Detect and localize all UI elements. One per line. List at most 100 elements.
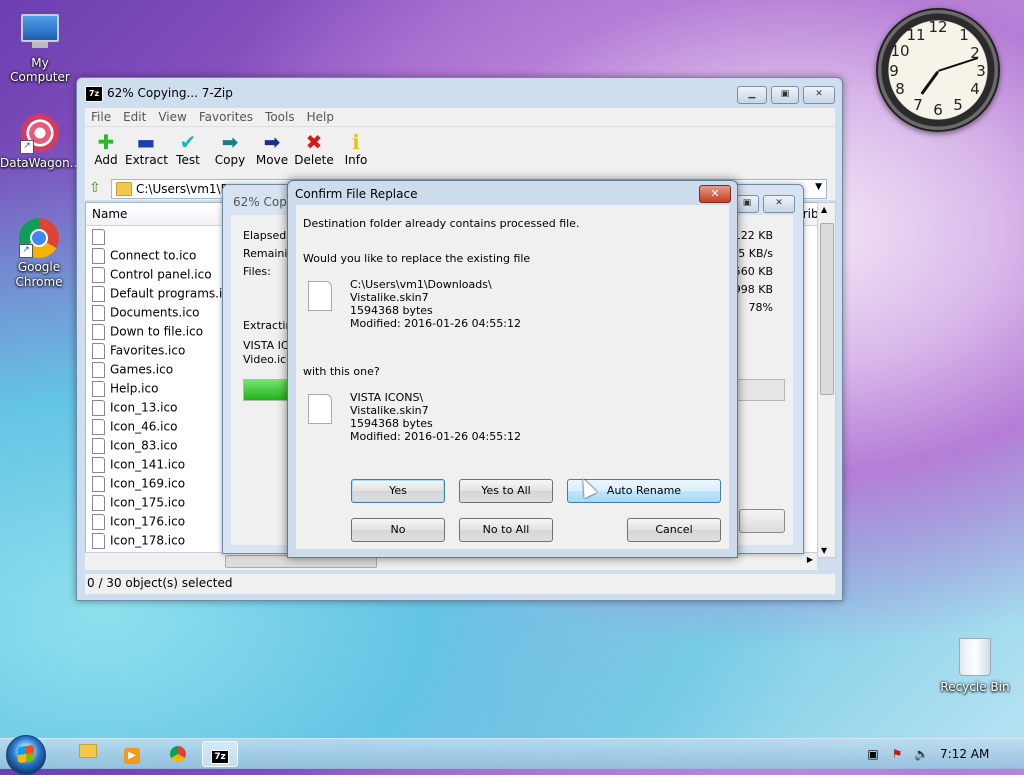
- minimize-button[interactable]: ▁: [737, 86, 767, 104]
- chevron-down-icon[interactable]: ▼: [815, 182, 822, 192]
- info-button[interactable]: ℹ Info: [335, 131, 377, 167]
- file-icon: [92, 229, 105, 245]
- delete-x-icon: ✖: [305, 130, 323, 154]
- test-button[interactable]: ✔ Test: [167, 131, 209, 167]
- file-icon: [92, 457, 105, 473]
- chrome-icon: [170, 746, 186, 762]
- title-bar[interactable]: 7z 62% Copying... 7-Zip ▁ ▣ ✕: [77, 78, 842, 108]
- maximize-button[interactable]: ▣: [771, 86, 799, 104]
- list-item[interactable]: Icon_178.ico: [92, 533, 185, 552]
- network-icon[interactable]: ▣: [866, 747, 880, 761]
- file-icon: [92, 438, 105, 454]
- progress-close-button[interactable]: ✕: [763, 195, 795, 213]
- flag-warning-icon[interactable]: ⚑: [890, 747, 904, 761]
- yes-button[interactable]: Yes: [351, 479, 445, 503]
- add-label: Add: [94, 153, 118, 167]
- file-name: Icon_13.ico: [110, 400, 178, 415]
- status-bar: 0 / 30 object(s) selected: [85, 574, 835, 594]
- desktop-icon-datawagon[interactable]: ↗ DataWagon...: [0, 114, 81, 170]
- delete-button[interactable]: ✖ Delete: [293, 131, 335, 167]
- list-item[interactable]: Icon_169.ico: [92, 476, 185, 495]
- taskbar-chrome[interactable]: [160, 741, 196, 767]
- file-icon: [92, 419, 105, 435]
- cancel-button[interactable]: Cancel: [627, 518, 721, 542]
- selection-status: 0 / 30 object(s) selected: [87, 576, 233, 590]
- file-icon: [92, 476, 105, 492]
- file-icon: [92, 533, 105, 549]
- up-folder-icon[interactable]: ⇧: [89, 180, 105, 196]
- copy-label: Copy: [214, 153, 246, 167]
- menu-file[interactable]: File: [85, 108, 117, 126]
- file-name: Help.ico: [110, 381, 159, 396]
- desktop-icon-recycle-bin[interactable]: Recycle Bin: [935, 638, 1015, 694]
- file-icon: [92, 495, 105, 511]
- clock-gadget[interactable]: 12 1 2 3 4 5 6 7 8 9 10 11: [876, 8, 1000, 132]
- clock-number: 10: [890, 42, 910, 60]
- menu-tools[interactable]: Tools: [259, 108, 301, 126]
- new-file-modified: Modified: 2016-01-26 04:55:12: [350, 430, 521, 443]
- volume-icon[interactable]: 🔈: [914, 747, 929, 761]
- delete-label: Delete: [294, 153, 334, 167]
- dialog-close-button[interactable]: ✕: [699, 185, 731, 203]
- datawagon-icon: ↗: [20, 114, 60, 154]
- file-name: Control panel.ico: [110, 267, 212, 282]
- clock-number: 7: [913, 96, 923, 114]
- list-item[interactable]: Down to file.ico: [92, 324, 203, 343]
- scroll-thumb[interactable]: [820, 223, 834, 395]
- list-item[interactable]: Help.ico: [92, 381, 158, 400]
- move-button[interactable]: ➡ Move: [251, 131, 293, 167]
- new-file-name: Vistalike.skin7: [350, 404, 429, 417]
- scroll-down-icon[interactable]: ▼: [821, 546, 827, 555]
- system-clock[interactable]: 7:12 AM: [940, 747, 989, 761]
- desktop-icon-google-chrome[interactable]: ↗ Google Chrome: [0, 218, 78, 290]
- no-to-all-button[interactable]: No to All: [459, 518, 553, 542]
- add-button[interactable]: ✚ Add: [85, 131, 127, 167]
- file-icon: [92, 514, 105, 530]
- progress-maximize-button[interactable]: ▣: [735, 195, 759, 213]
- toolbar: ✚ Add ▬ Extract ✔ Test ➡ Copy ➡ Move ✖ D…: [85, 126, 835, 179]
- file-icon: [92, 324, 105, 340]
- list-item[interactable]: Default programs.ico: [92, 286, 236, 305]
- chrome-icon: ↗: [19, 218, 59, 258]
- file-name: Icon_46.ico: [110, 419, 178, 434]
- list-item[interactable]: [92, 229, 110, 248]
- list-item[interactable]: Icon_83.ico: [92, 438, 177, 457]
- desktop-icon-my-computer[interactable]: My Computer: [0, 10, 80, 84]
- taskbar-media-player[interactable]: ▶: [114, 741, 150, 767]
- clock-number: 8: [895, 80, 905, 98]
- with-label: with this one?: [303, 365, 380, 378]
- scroll-up-icon[interactable]: ▲: [821, 205, 827, 214]
- taskbar-7zip[interactable]: 7z: [202, 741, 238, 767]
- clock-number: 1: [959, 26, 969, 44]
- list-item[interactable]: Control panel.ico: [92, 267, 212, 286]
- file-name: Default programs.ico: [110, 286, 237, 301]
- yes-to-all-button[interactable]: Yes to All: [459, 479, 553, 503]
- menu-favorites[interactable]: Favorites: [193, 108, 259, 126]
- taskbar-explorer[interactable]: [70, 741, 106, 767]
- close-button[interactable]: ✕: [803, 86, 835, 104]
- menu-help[interactable]: Help: [301, 108, 340, 126]
- list-item[interactable]: Icon_141.ico: [92, 457, 185, 476]
- column-name[interactable]: Name: [92, 207, 127, 221]
- file-name: Icon_141.ico: [110, 457, 186, 472]
- list-item[interactable]: Icon_176.ico: [92, 514, 185, 533]
- dialog-title: Confirm File Replace: [295, 187, 418, 201]
- list-item[interactable]: Games.ico: [92, 362, 173, 381]
- list-item[interactable]: Icon_175.ico: [92, 495, 185, 514]
- no-button[interactable]: No: [351, 518, 445, 542]
- confirm-file-replace-dialog: Confirm File Replace ✕ Destination folde…: [287, 180, 738, 558]
- vertical-scrollbar[interactable]: ▲ ▼: [817, 202, 836, 558]
- list-item[interactable]: Icon_13.ico: [92, 400, 177, 419]
- list-item[interactable]: Connect to.ico: [92, 248, 196, 267]
- scroll-right-icon[interactable]: ▶: [807, 555, 813, 564]
- extract-button[interactable]: ▬ Extract: [125, 131, 168, 167]
- file-name: Games.ico: [110, 362, 174, 377]
- progress-cancel-button[interactable]: [739, 509, 785, 533]
- start-button[interactable]: [6, 735, 46, 775]
- copy-button[interactable]: ➡ Copy: [209, 131, 251, 167]
- list-item[interactable]: Favorites.ico: [92, 343, 185, 362]
- list-item[interactable]: Documents.ico: [92, 305, 200, 324]
- menu-view[interactable]: View: [152, 108, 192, 126]
- list-item[interactable]: Icon_46.ico: [92, 419, 177, 438]
- menu-edit[interactable]: Edit: [117, 108, 152, 126]
